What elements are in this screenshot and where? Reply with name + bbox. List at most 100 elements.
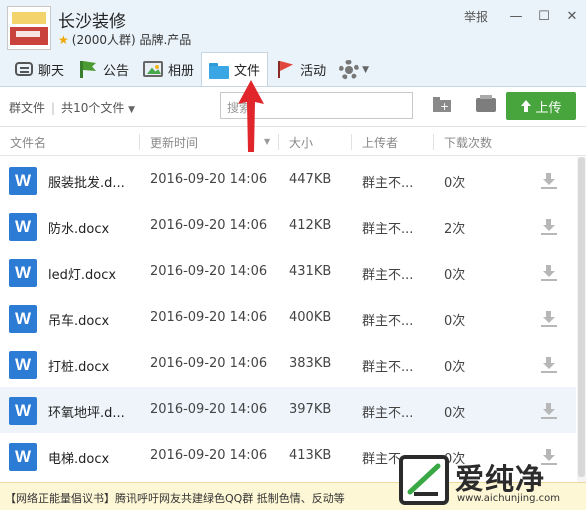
file-size: 413KB: [289, 448, 332, 463]
table-row-selected[interactable]: W 环氧地坪.d... 2016-09-20 14:06 397KB 群主不..…: [0, 387, 576, 433]
file-name[interactable]: 电梯.docx: [48, 448, 109, 467]
file-name[interactable]: 服装批发.d...: [48, 172, 125, 191]
column-headers: 文件名 更新时间 ▼ 大小 上传者 下载次数: [0, 128, 586, 156]
chevron-down-icon: ▼: [362, 65, 369, 75]
tab-files-label: 文件: [234, 64, 261, 79]
group-name: 长沙装修: [58, 12, 126, 32]
file-time: 2016-09-20 14:06: [150, 402, 268, 417]
download-icon[interactable]: [541, 219, 557, 235]
file-uploader: 群主不...: [362, 452, 414, 467]
file-uploader: 群主不...: [362, 268, 414, 283]
group-tabs: 聊天 公告 相册 文件 活动 ▼: [8, 52, 375, 86]
chevron-down-icon: ▼: [128, 105, 136, 115]
file-size: 431KB: [289, 264, 332, 279]
file-time: 2016-09-20 14:06: [150, 356, 268, 371]
file-size: 397KB: [289, 402, 332, 417]
file-time: 2016-09-20 14:06: [150, 448, 268, 463]
tab-chat-label: 聊天: [38, 63, 65, 79]
table-row[interactable]: W 吊车.docx 2016-09-20 14:06 400KB 群主不... …: [0, 295, 576, 341]
star-icon: ★: [58, 32, 69, 47]
file-uploader: 群主不...: [362, 222, 414, 237]
col-header-downloads[interactable]: 下载次数: [444, 134, 492, 151]
tab-chat[interactable]: 聊天: [8, 53, 71, 85]
download-icon[interactable]: [541, 173, 557, 189]
word-doc-icon: W: [9, 351, 37, 379]
print-icon[interactable]: [476, 95, 496, 112]
file-downloads: 0次: [444, 314, 466, 329]
file-name[interactable]: 打桩.docx: [48, 356, 109, 375]
download-icon[interactable]: [541, 403, 557, 419]
column-divider: [139, 134, 140, 150]
file-name[interactable]: 环氧地坪.d...: [48, 402, 125, 421]
file-size: 400KB: [289, 310, 332, 325]
file-count-label: 共10个文件: [61, 101, 125, 115]
upload-button-label: 上传: [535, 100, 562, 116]
column-divider: [278, 134, 279, 150]
group-avatar[interactable]: [7, 6, 51, 50]
group-files-label[interactable]: 群文件: [9, 99, 45, 116]
table-row[interactable]: W 防水.docx 2016-09-20 14:06 412KB 群主不... …: [0, 203, 576, 249]
new-folder-icon[interactable]: +: [433, 97, 451, 112]
table-row[interactable]: W 打桩.docx 2016-09-20 14:06 383KB 群主不... …: [0, 341, 576, 387]
column-divider: [351, 134, 352, 150]
scrollbar-thumb[interactable]: [578, 157, 585, 477]
tab-notice[interactable]: 公告: [71, 53, 136, 85]
tab-activity[interactable]: 活动: [268, 53, 333, 85]
close-button[interactable]: ✕: [558, 6, 586, 26]
tab-album[interactable]: 相册: [136, 53, 201, 85]
table-row[interactable]: W led灯.docx 2016-09-20 14:06 431KB 群主不..…: [0, 249, 576, 295]
files-panel: 群文件 | 共10个文件 ▼ 搜索 + 上传 文件名 更新时间 ▼ 大小 上传者…: [0, 86, 586, 510]
word-doc-icon: W: [9, 213, 37, 241]
file-name[interactable]: 吊车.docx: [48, 310, 109, 329]
file-size: 412KB: [289, 218, 332, 233]
file-downloads: 0次: [444, 452, 466, 467]
download-icon[interactable]: [541, 265, 557, 281]
file-list: W 服装批发.d... 2016-09-20 14:06 447KB 群主不..…: [0, 157, 576, 487]
word-doc-icon: W: [9, 397, 37, 425]
file-downloads: 2次: [444, 222, 466, 237]
settings-menu[interactable]: ▼: [333, 54, 375, 86]
report-button[interactable]: 举报: [464, 8, 488, 25]
download-icon[interactable]: [541, 357, 557, 373]
col-header-time[interactable]: 更新时间: [150, 134, 198, 151]
table-row[interactable]: W 电梯.docx 2016-09-20 14:06 413KB 群主不... …: [0, 433, 576, 479]
file-downloads: 0次: [444, 268, 466, 283]
col-header-name[interactable]: 文件名: [10, 134, 46, 151]
file-downloads: 0次: [444, 176, 466, 191]
upload-arrow-icon: [520, 100, 532, 112]
tab-album-label: 相册: [168, 63, 195, 79]
minimize-button[interactable]: —: [502, 6, 530, 26]
file-time: 2016-09-20 14:06: [150, 264, 268, 279]
word-doc-icon: W: [9, 443, 37, 471]
file-name[interactable]: 防水.docx: [48, 218, 109, 237]
upload-button[interactable]: 上传: [506, 92, 576, 120]
file-downloads: 0次: [444, 406, 466, 421]
file-name[interactable]: led灯.docx: [48, 264, 116, 283]
files-toolbar: 群文件 | 共10个文件 ▼ 搜索 + 上传: [0, 87, 586, 127]
notice-flag-icon: [78, 60, 98, 78]
download-icon[interactable]: [541, 449, 557, 465]
download-icon[interactable]: [541, 311, 557, 327]
table-row[interactable]: W 服装批发.d... 2016-09-20 14:06 447KB 群主不..…: [0, 157, 576, 203]
file-time: 2016-09-20 14:06: [150, 218, 268, 233]
maximize-button[interactable]: ☐: [530, 6, 558, 26]
annotation-arrow-icon: [238, 80, 264, 152]
notice-banner[interactable]: 【网络正能量倡议书】腾讯呼吁网友共建绿色QQ群 抵制色情、反动等: [0, 482, 586, 510]
file-uploader: 群主不...: [362, 406, 414, 421]
folder-icon: [209, 61, 230, 79]
group-subtitle-text: (2000人群) 品牌.产品: [71, 33, 192, 47]
col-header-size[interactable]: 大小: [289, 134, 313, 151]
word-doc-icon: W: [9, 259, 37, 287]
vertical-scrollbar[interactable]: [577, 157, 586, 487]
file-uploader: 群主不...: [362, 176, 414, 191]
word-doc-icon: W: [9, 305, 37, 333]
column-divider: [433, 134, 434, 150]
gear-icon: [339, 60, 360, 80]
file-time: 2016-09-20 14:06: [150, 172, 268, 187]
file-uploader: 群主不...: [362, 360, 414, 375]
chat-icon: [15, 62, 33, 76]
toolbar-divider: |: [51, 100, 56, 115]
col-header-uploader[interactable]: 上传者: [362, 134, 398, 151]
file-count-dropdown[interactable]: 共10个文件 ▼: [61, 99, 135, 116]
file-downloads: 0次: [444, 360, 466, 375]
